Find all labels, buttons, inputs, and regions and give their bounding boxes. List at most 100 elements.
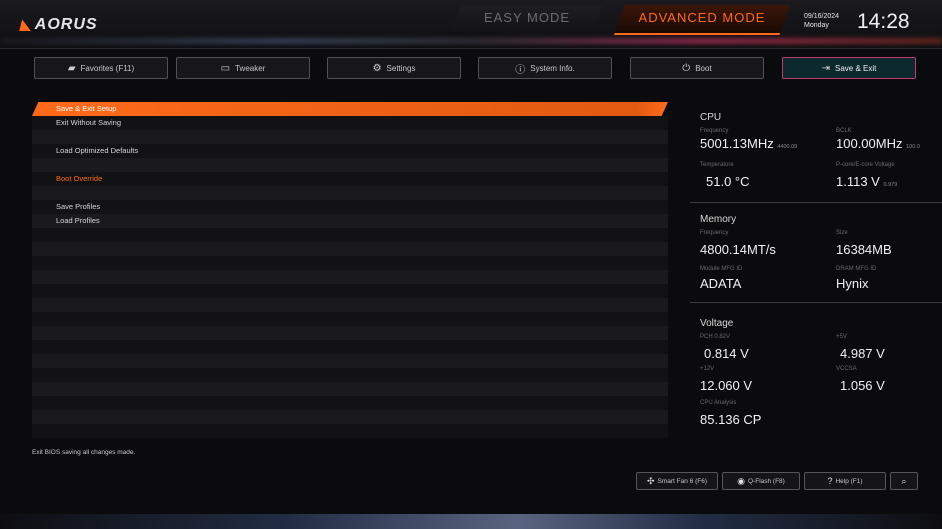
vccsa-label: VCCSA — [836, 366, 857, 372]
fan-icon: ✣ — [646, 475, 655, 486]
exit-icon: ⇥ — [821, 62, 831, 74]
menu-empty-row — [32, 382, 668, 396]
cpu-frequency-note: 4400.09 — [777, 144, 798, 150]
menu-item-exit-without-saving[interactable]: Exit Without Saving — [32, 116, 668, 130]
menu-empty-row — [32, 396, 668, 410]
v5-value: 4.987 V — [840, 346, 885, 361]
v5-label: +5V — [836, 334, 847, 340]
cpu-analysis-value: 85.136 CP — [700, 412, 762, 427]
tab-save-exit[interactable]: ⇥ Save & Exit — [782, 57, 916, 79]
module-mfg-label: Module MFG ID — [700, 266, 743, 272]
tab-label: Boot — [695, 63, 712, 73]
menu-item-save-exit-setup[interactable]: Save & Exit Setup — [32, 102, 668, 116]
weekday-text: Monday — [804, 22, 829, 29]
button-label: Q-Flash (F8) — [748, 477, 785, 485]
panel-divider — [690, 302, 942, 303]
menu-spacer-row — [32, 130, 668, 144]
info-icon: ⓘ — [515, 64, 526, 76]
menu-empty-row — [32, 368, 668, 382]
tab-tweaker[interactable]: ▭ Tweaker — [176, 57, 310, 79]
tab-label: Save & Exit — [835, 63, 877, 73]
menu-empty-row — [32, 326, 668, 340]
tab-favorites[interactable]: ▰ Favorites (F11) — [34, 57, 168, 79]
gear-icon: ⚙ — [372, 62, 382, 74]
cpu-voltage-value: 1.113 V 0.979 — [836, 174, 897, 189]
menu-empty-row — [32, 340, 668, 354]
q-flash-button[interactable]: ◉ Q-Flash (F8) — [722, 472, 800, 490]
button-label: Help (F1) — [835, 477, 863, 485]
cpu-title: CPU — [700, 112, 722, 123]
smart-fan-button[interactable]: ✣ Smart Fan 6 (F6) — [636, 472, 718, 490]
bclk-number: 100.00MHz — [836, 136, 903, 151]
menu-empty-row — [32, 228, 668, 242]
menu-empty-row — [32, 270, 668, 284]
memory-size-label: Size — [836, 230, 848, 236]
menu-empty-row — [32, 256, 668, 270]
menu-item-load-optimized-defaults[interactable]: Load Optimized Defaults — [32, 144, 668, 158]
tab-label: Tweaker — [235, 63, 266, 73]
memory-title: Memory — [700, 214, 737, 225]
aorus-logo: ◣ AORUS — [20, 16, 98, 34]
top-header: ◣ AORUS EASY MODE ADVANCED MODE 09/16/202… — [0, 0, 942, 49]
tab-system-info[interactable]: ⓘ System Info. — [478, 57, 612, 79]
menu-empty-row — [32, 354, 668, 368]
bclk-value: 100.00MHz 100.0 — [836, 136, 920, 151]
help-description: Exit BIOS saving all changes made. — [32, 449, 136, 456]
advanced-mode-button[interactable]: ADVANCED MODE — [614, 5, 790, 35]
panel-divider — [690, 202, 942, 203]
power-icon: ⏻ — [682, 62, 691, 74]
cpu-frequency-number: 5001.13MHz — [700, 136, 774, 151]
header-glow — [0, 38, 942, 44]
dram-mfg-value: Hynix — [836, 276, 869, 291]
menu-empty-row — [32, 298, 668, 312]
menu-empty-row — [32, 284, 668, 298]
memory-frequency-value: 4800.14MT/s — [700, 242, 776, 257]
tab-label: Favorites (F11) — [80, 63, 135, 73]
v12-value: 12.060 V — [700, 378, 753, 393]
dram-mfg-label: DRAM MFG ID — [836, 266, 877, 272]
pch-label: PCH 0.82V — [700, 334, 731, 340]
menu-item-boot-override[interactable]: Boot Override — [32, 172, 668, 186]
cpu-temperature-value: 51.0 °C — [706, 174, 750, 189]
vccsa-value: 1.056 V — [840, 378, 885, 393]
bclk-note: 100.0 — [906, 144, 920, 150]
menu-item-load-profiles[interactable]: Load Profiles — [32, 214, 668, 228]
date-display: 09/16/2024 Monday — [804, 12, 839, 30]
cpu-voltage-note: 0.979 — [883, 182, 898, 188]
cpu-voltage-label: P-core/E-core Voltage — [836, 162, 895, 168]
button-label: Smart Fan 6 (F6) — [657, 477, 708, 485]
cpu-analysis-label: CPU Analysis — [700, 400, 737, 406]
bclk-label: BCLK — [836, 128, 852, 134]
voltage-title: Voltage — [700, 318, 734, 329]
menu-empty-row — [32, 242, 668, 256]
menu-empty-row — [32, 312, 668, 326]
cpu-frequency-label: Frequency — [700, 128, 729, 134]
footer-glow — [0, 514, 942, 529]
clock: 14:28 — [857, 10, 910, 33]
menu-spacer-row — [32, 186, 668, 200]
menu-spacer-row — [32, 158, 668, 172]
cpu-frequency-value: 5001.13MHz 4400.09 — [700, 136, 797, 151]
menu-empty-row — [32, 424, 668, 438]
menu-empty-row — [32, 410, 668, 424]
help-icon: ? — [827, 476, 833, 486]
qflash-icon: ◉ — [737, 475, 745, 486]
menu-item-save-profiles[interactable]: Save Profiles — [32, 200, 668, 214]
tab-label: System Info. — [530, 63, 575, 73]
tab-boot[interactable]: ⏻ Boot — [630, 57, 764, 79]
v12-label: +12V — [700, 366, 715, 372]
date-text: 09/16/2024 — [804, 13, 840, 20]
tab-label: Settings — [386, 63, 416, 73]
aorus-eagle-icon: ◣ — [20, 16, 32, 32]
help-button[interactable]: ? Help (F1) — [804, 472, 886, 490]
hardware-monitor-panel: CPU Frequency 5001.13MHz 4400.09 BCLK 10… — [690, 102, 942, 442]
tweaker-icon: ▭ — [220, 62, 231, 74]
memory-size-value: 16384MB — [836, 242, 892, 257]
search-button[interactable]: ⌕ — [890, 472, 918, 490]
cpu-voltage-number: 1.113 V — [836, 174, 880, 189]
save-exit-menu: Save & Exit Setup Exit Without Saving Lo… — [32, 102, 668, 438]
memory-frequency-label: Frequency — [700, 230, 729, 236]
star-folder-icon: ▰ — [67, 62, 76, 74]
tab-settings[interactable]: ⚙ Settings — [327, 57, 461, 79]
easy-mode-button[interactable]: EASY MODE — [452, 6, 602, 30]
